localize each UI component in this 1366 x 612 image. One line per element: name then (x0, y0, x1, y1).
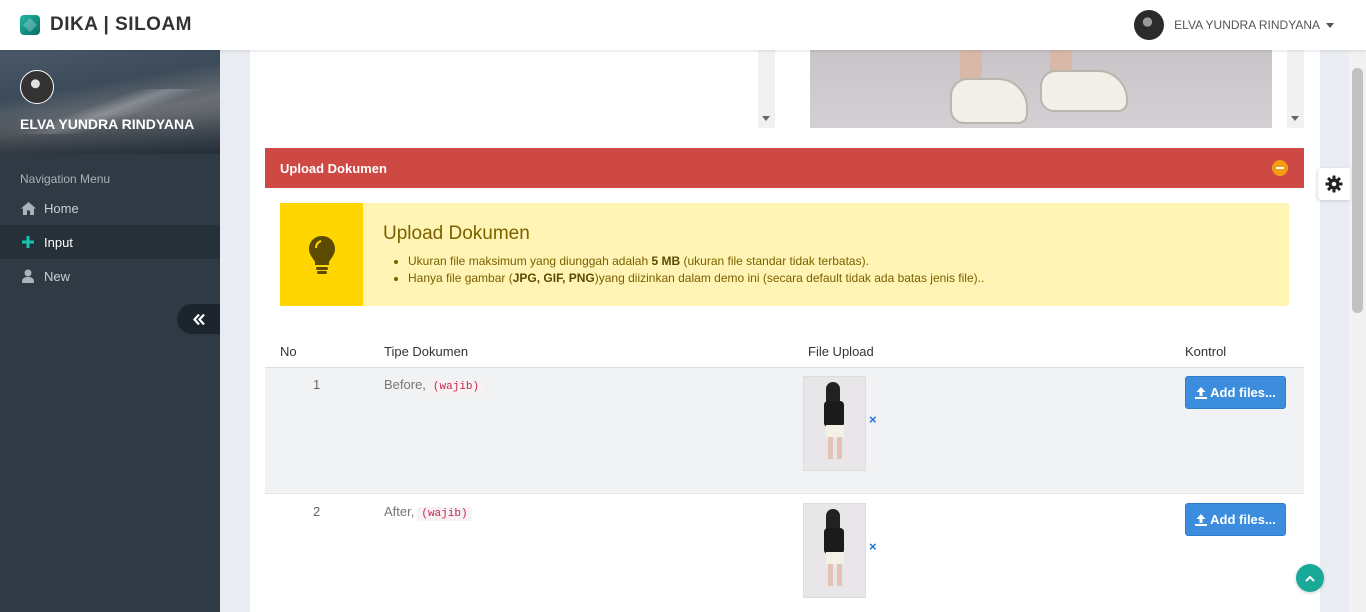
column-header-type: Tipe Dokumen (384, 344, 469, 359)
callout-list: Ukuran file maksimum yang diunggah adala… (408, 253, 984, 287)
scroll-down-arrow-icon[interactable] (1291, 116, 1299, 121)
required-badge: (wajib) (428, 380, 484, 394)
home-icon (20, 200, 36, 216)
plus-icon (20, 234, 36, 250)
row-number: 2 (313, 504, 321, 519)
sidebar-profile: ELVA YUNDRA RINDYANA (0, 50, 220, 154)
gear-icon (1325, 175, 1343, 193)
document-type: Before, (wajib) (384, 377, 484, 394)
top-navbar: DIKA | SILOAM ELVA YUNDRA RINDYANA (0, 0, 1366, 50)
callout-title: Upload Dokumen (383, 223, 530, 244)
sidebar-item-label: New (44, 268, 71, 284)
column-header-file: File Upload (808, 344, 874, 359)
upload-panel-header: Upload Dokumen (265, 148, 1304, 188)
chevron-up-icon (1305, 575, 1315, 582)
sidebar-item-input[interactable]: Input (0, 225, 220, 259)
image-scrollbar[interactable] (1287, 50, 1304, 128)
profile-name: ELVA YUNDRA RINDYANA (20, 116, 195, 132)
card-scrollbar[interactable] (758, 50, 775, 128)
lightbulb-icon (280, 203, 363, 306)
table-header: No Tipe Dokumen File Upload Kontrol (265, 342, 1304, 368)
info-callout: Upload Dokumen Ukuran file maksimum yang… (280, 203, 1289, 306)
remove-file-icon[interactable]: × (869, 539, 877, 554)
sidebar: ELVA YUNDRA RINDYANA Navigation Menu Hom… (0, 50, 220, 612)
row-number: 1 (313, 377, 321, 392)
brand-logo-icon[interactable] (20, 15, 40, 35)
panel-title: Upload Dokumen (280, 160, 387, 176)
column-header-control: Kontrol (1185, 344, 1227, 359)
back-to-top-button[interactable] (1296, 564, 1324, 592)
callout-line-2: Hanya file gambar (JPG, GIF, PNG)yang di… (408, 270, 984, 287)
right-gutter (1320, 50, 1349, 612)
uploaded-image-thumbnail[interactable] (803, 503, 866, 598)
brand-name[interactable]: DIKA | SILOAM (50, 14, 192, 36)
sidebar-item-home[interactable]: Home (0, 191, 220, 225)
user-icon (20, 268, 36, 284)
scrollbar-thumb[interactable] (1352, 68, 1363, 313)
double-chevron-left-icon (192, 313, 205, 325)
sidebar-collapse-button[interactable] (177, 304, 220, 334)
window-scrollbar[interactable] (1349, 0, 1366, 612)
profile-avatar (20, 70, 54, 104)
avatar (1134, 10, 1165, 40)
table-row: 2 After, (wajib) × Add files... (265, 495, 1304, 612)
upload-icon (1195, 386, 1208, 399)
user-menu[interactable]: ELVA YUNDRA RINDYANA (1134, 10, 1334, 40)
remove-file-icon[interactable]: × (869, 412, 877, 427)
caret-down-icon (1326, 22, 1334, 28)
sidebar-item-label: Home (44, 200, 79, 216)
scroll-down-arrow-icon[interactable] (762, 116, 770, 121)
settings-toggle[interactable] (1318, 168, 1350, 200)
main-content: Upload Dokumen Upload Dokumen Ukuran fil… (250, 50, 1320, 612)
uploaded-image-thumbnail[interactable] (803, 376, 866, 471)
required-badge: (wajib) (417, 507, 472, 521)
upload-icon (1195, 513, 1208, 526)
previous-card (265, 50, 775, 128)
callout-line-1: Ukuran file maksimum yang diunggah adala… (408, 253, 984, 270)
sidebar-item-new[interactable]: New (0, 259, 220, 293)
table-row: 1 Before, (wajib) × Add files... (265, 368, 1304, 494)
nav-section-title: Navigation Menu (20, 172, 111, 186)
add-files-button[interactable]: Add files... (1185, 376, 1286, 409)
collapse-minus-icon[interactable] (1272, 160, 1288, 176)
column-header-no: No (280, 344, 297, 359)
user-name: ELVA YUNDRA RINDYANA (1174, 18, 1320, 32)
add-files-button[interactable]: Add files... (1185, 503, 1286, 536)
sidebar-item-label: Input (44, 234, 73, 250)
document-type: After, (wajib) (384, 504, 472, 521)
previous-image-preview (810, 50, 1272, 128)
